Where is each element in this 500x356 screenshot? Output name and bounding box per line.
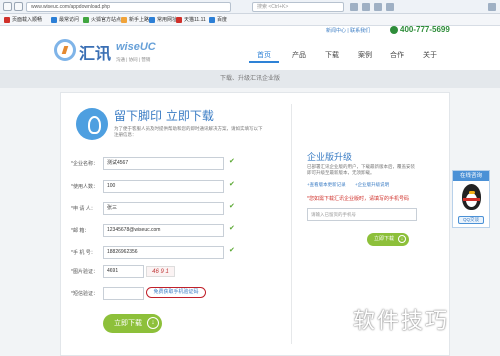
logo-icon[interactable]	[54, 39, 76, 61]
applicant-label: *申 请 人：	[71, 206, 96, 212]
upgrade-download-button[interactable]: 立即下载 ↓	[367, 233, 409, 246]
phone-input[interactable]: 18826962356	[103, 246, 224, 259]
menu-icon[interactable]	[488, 3, 496, 11]
nav-products[interactable]: 产品	[292, 50, 306, 60]
panel-divider	[291, 104, 292, 344]
home-icon[interactable]	[386, 3, 394, 11]
email-input[interactable]: 12345678@wiseuc.com	[103, 224, 224, 237]
search-input[interactable]: 搜索 <Ctrl+K>	[252, 2, 344, 12]
bookmark-item[interactable]: 新手上路	[120, 16, 149, 24]
check-icon: ✔	[229, 203, 235, 210]
logo-slogan: 沟通 | 协同 | 营销	[116, 57, 151, 62]
bookmark-item[interactable]: 常用网址	[148, 16, 177, 24]
browser-toolbar: www.wiseuc.com/appdownload.php 搜索 <Ctrl+…	[0, 0, 500, 14]
captcha-input[interactable]: 4691	[103, 265, 144, 278]
sms-label: *短信验证：	[71, 291, 98, 297]
phone-label: *手 机 号：	[71, 250, 96, 256]
upgrade-phone-input[interactable]: 请输入已留资的手机号	[307, 208, 417, 221]
download-icon[interactable]	[374, 3, 382, 11]
upgrade-description: 已部署汇讯企业版的用户，下载最新版本后，覆盖安装即可升级至最新版本，无须卸载。	[307, 164, 415, 175]
users-label: *使用人数：	[71, 184, 98, 190]
form-title: 留下脚印 立即下载	[114, 109, 214, 123]
download-button[interactable]: 立即下载 ↓	[103, 314, 162, 333]
logo-brand[interactable]: wiseUC	[116, 41, 156, 53]
nav-home[interactable]: 首页	[257, 50, 271, 60]
bookmarks-icon[interactable]	[362, 3, 370, 11]
check-icon: ✔	[229, 225, 235, 232]
nav-about[interactable]: 关于	[423, 50, 437, 60]
applicant-input[interactable]: 张三	[103, 202, 224, 215]
footprint-icon	[76, 108, 108, 140]
version-history-link[interactable]: +查看版本更新记录	[307, 182, 346, 188]
nav-active-indicator	[249, 61, 279, 63]
qq-chat-widget[interactable]: 在线咨询 QQ交谈	[452, 170, 490, 228]
top-links[interactable]: 新闻中心 | 联系我们	[326, 27, 370, 34]
get-sms-code-button[interactable]: 免费获取手机验证码	[146, 287, 206, 298]
email-label: *邮 箱：	[71, 228, 90, 234]
check-icon: ✔	[229, 181, 235, 188]
form-description: 为了便于客服人员及时提供帮助和您的即时通讯解决方案，请如实填写以下注册信息：	[114, 126, 263, 137]
upgrade-title: 企业版升级	[307, 153, 353, 163]
upgrade-warning: *您如需下载汇讯企业版时，请填写的手机号码	[307, 196, 409, 202]
download-arrow-icon: ↓	[398, 235, 406, 243]
back-icon[interactable]	[3, 2, 12, 11]
address-bar[interactable]: www.wiseuc.com/appdownload.php	[26, 2, 231, 12]
captcha-label: *图片验证：	[71, 269, 98, 275]
phone-icon	[390, 26, 398, 34]
forward-icon[interactable]	[14, 2, 23, 11]
upgrade-guide-link[interactable]: +企业版升级说明	[355, 182, 389, 188]
sms-code-input[interactable]	[103, 287, 144, 300]
star-icon[interactable]	[350, 3, 358, 11]
bookmark-item[interactable]: 页面载入顺畅	[3, 16, 42, 24]
download-arrow-icon: ↓	[147, 317, 159, 329]
qq-penguin-beak	[469, 191, 475, 194]
phone-number: 400-777-5699	[400, 25, 450, 34]
upgrade-download-label: 立即下载	[374, 236, 395, 242]
page-banner: 下载、升级汇讯企业版	[0, 70, 500, 88]
nav-download[interactable]: 下载	[325, 50, 339, 60]
qq-chat-button[interactable]: QQ交谈	[458, 216, 484, 224]
captcha-image[interactable]: 46 9 1	[146, 266, 175, 277]
bookmark-item[interactable]: 百度	[208, 16, 227, 24]
watermark-text: 软件技巧	[353, 309, 450, 334]
nav-cases[interactable]: 案例	[358, 50, 372, 60]
nav-partners[interactable]: 合作	[390, 50, 404, 60]
qq-penguin-scarf	[463, 198, 480, 201]
bookmark-item[interactable]: 火狐官方站点	[82, 16, 121, 24]
check-icon: ✔	[229, 247, 235, 254]
qq-widget-title: 在线咨询	[453, 171, 489, 181]
download-button-label: 立即下载	[114, 320, 142, 327]
check-icon: ✔	[229, 158, 235, 165]
logo-text[interactable]: 汇讯	[79, 40, 111, 64]
company-label: *企业名称：	[71, 161, 98, 167]
bookmark-item[interactable]: 天猫11.11	[175, 16, 206, 24]
bookmark-item[interactable]: 最常访问	[50, 16, 79, 24]
company-input[interactable]: 测试4567	[103, 157, 224, 170]
users-input[interactable]: 100	[103, 180, 224, 193]
